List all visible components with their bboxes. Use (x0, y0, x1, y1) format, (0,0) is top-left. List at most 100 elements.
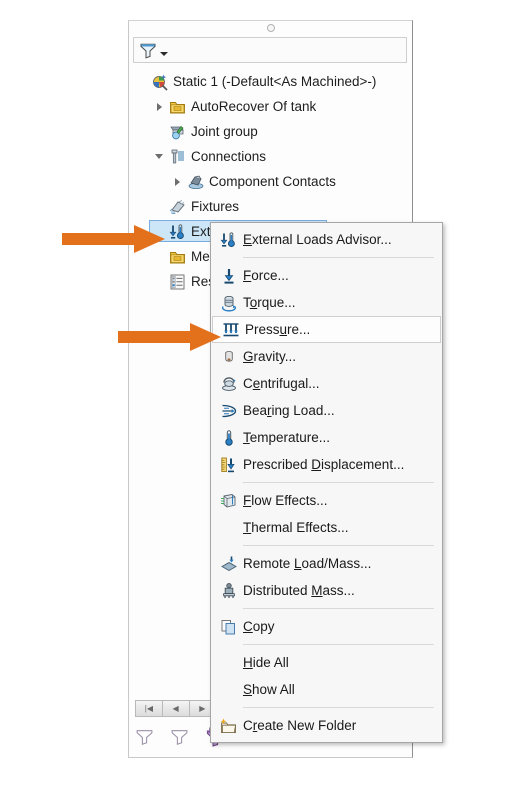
menu-item-icon-wrap (215, 402, 243, 420)
tree-item-connections[interactable]: Connections (129, 144, 412, 169)
menu-item-remote-load-mass[interactable]: Remote Load/Mass... (211, 550, 442, 577)
external-loads-context-menu[interactable]: External Loads Advisor... Force... Torque.… (210, 222, 443, 743)
menu-item-prescribed-displacement[interactable]: Prescribed Displacement... (211, 451, 442, 478)
part-folder-icon (169, 98, 187, 116)
menu-separator (243, 257, 434, 258)
menu-item-label: Pressure... (245, 322, 311, 337)
menu-item-icon-wrap (215, 555, 243, 573)
menu-item-icon-wrap (215, 294, 243, 312)
menu-item-icon-wrap (215, 492, 243, 510)
funnel-outline-icon (170, 727, 189, 746)
menu-item-label: Copy (243, 619, 275, 634)
menu-item-label: Centrifugal... (243, 376, 320, 391)
menu-item-label: Show All (243, 682, 295, 697)
menu-separator (243, 707, 434, 708)
tree-item-label: Joint group (191, 124, 258, 139)
menu-separator (243, 482, 434, 483)
menu-item-hide-all[interactable]: Hide All (211, 649, 442, 676)
menu-item-torque[interactable]: Torque... (211, 289, 442, 316)
new-folder-icon (220, 717, 238, 735)
menu-item-icon-wrap (215, 717, 243, 735)
flow-effects-icon (220, 492, 238, 510)
menu-item-temperature[interactable]: Temperature... (211, 424, 442, 451)
scroll-first-button-glyph-icon: |◀ (144, 704, 153, 713)
scroll-next-button-glyph-icon: ▶ (199, 704, 206, 713)
menu-item-centrifugal[interactable]: Centrifugal... (211, 370, 442, 397)
mesh-icon (169, 248, 187, 266)
chevron-down-icon[interactable] (151, 154, 167, 159)
tree-item-icon-wrap (167, 223, 189, 241)
temperature-icon (220, 429, 238, 447)
funnel-filter-icon[interactable] (138, 40, 158, 60)
scroll-previous-button[interactable]: ◀ (162, 701, 190, 716)
menu-item-label: Bearing Load... (243, 403, 335, 418)
menu-item-flow-effects[interactable]: Flow Effects... (211, 487, 442, 514)
menu-item-icon-wrap (215, 231, 243, 249)
menu-item-external-loads-advisor[interactable]: External Loads Advisor... (211, 226, 442, 253)
tree-item-autorecover-of-tank[interactable]: AutoRecover Of tank (129, 94, 412, 119)
tree-item-static-1-default-as-machined[interactable]: Static 1 (-Default<As Machined>-) (129, 69, 412, 94)
fixtures-icon (169, 198, 187, 216)
menu-item-label: Force... (243, 268, 289, 283)
tree-item-label: Static 1 (-Default<As Machined>-) (173, 74, 377, 89)
menu-item-label: Hide All (243, 655, 289, 670)
menu-item-icon-wrap (215, 429, 243, 447)
menu-item-thermal-effects[interactable]: Thermal Effects... (211, 514, 442, 541)
menu-item-icon-wrap (215, 267, 243, 285)
menu-item-show-all[interactable]: Show All (211, 676, 442, 703)
torque-icon (220, 294, 238, 312)
tree-item-icon-wrap (185, 173, 207, 191)
arrow-to-external-loads (62, 224, 166, 259)
menu-item-create-new-folder[interactable]: Create New Folder (211, 712, 442, 739)
menu-item-force[interactable]: Force... (211, 262, 442, 289)
tree-item-label: Fixtures (191, 199, 240, 214)
results-icon (169, 273, 187, 291)
tree-item-icon-wrap (149, 73, 171, 91)
joint-group-icon (169, 123, 187, 141)
tree-item-joint-group[interactable]: Joint group (129, 119, 412, 144)
menu-item-label: Flow Effects... (243, 493, 328, 508)
chevron-right-icon[interactable] (151, 102, 167, 111)
tree-item-icon-wrap (167, 198, 189, 216)
menu-item-pressure[interactable]: Pressure... (212, 316, 441, 343)
pressure-icon (222, 321, 240, 339)
menu-item-distributed-mass[interactable]: Distributed Mass... (211, 577, 442, 604)
menu-item-gravity[interactable]: Gravity... (211, 343, 442, 370)
centrifugal-icon (220, 375, 238, 393)
filter-tab-1[interactable] (135, 727, 154, 746)
prescribed-displacement-icon (220, 456, 238, 474)
tree-item-icon-wrap (167, 273, 189, 291)
tree-item-icon-wrap (167, 123, 189, 141)
funnel-outline-icon (135, 727, 154, 746)
menu-item-bearing-load[interactable]: Bearing Load... (211, 397, 442, 424)
distributed-mass-icon (220, 582, 238, 600)
copy-icon (220, 618, 238, 636)
filter-dropdown-caret-icon[interactable] (160, 51, 168, 56)
menu-item-label: Temperature... (243, 430, 331, 445)
filter-tab-2[interactable] (170, 727, 189, 746)
gravity-icon (220, 348, 238, 366)
tree-item-label: Component Contacts (209, 174, 336, 189)
panel-drag-grip[interactable] (129, 21, 412, 35)
external-loads-icon (169, 223, 187, 241)
external-loads-icon (220, 231, 238, 249)
menu-separator (243, 545, 434, 546)
scroll-first-button[interactable]: |◀ (136, 701, 163, 716)
tree-item-fixtures[interactable]: Fixtures (129, 194, 412, 219)
menu-item-label: Gravity... (243, 349, 297, 364)
menu-item-icon-wrap (215, 618, 243, 636)
menu-item-label: Create New Folder (243, 718, 357, 733)
tree-item-component-contacts[interactable]: Component Contacts (129, 169, 412, 194)
scroll-previous-button-glyph-icon: ◀ (172, 704, 179, 713)
connections-icon (169, 148, 187, 166)
menu-item-label: Distributed Mass... (243, 583, 355, 598)
menu-separator (243, 644, 434, 645)
tree-filter-bar[interactable] (133, 37, 407, 63)
menu-item-icon-wrap (215, 456, 243, 474)
chevron-right-icon[interactable] (169, 177, 185, 186)
menu-item-copy[interactable]: Copy (211, 613, 442, 640)
tree-item-label: AutoRecover Of tank (191, 99, 317, 114)
menu-item-label: Thermal Effects... (243, 520, 349, 535)
menu-separator (243, 608, 434, 609)
force-icon (220, 267, 238, 285)
